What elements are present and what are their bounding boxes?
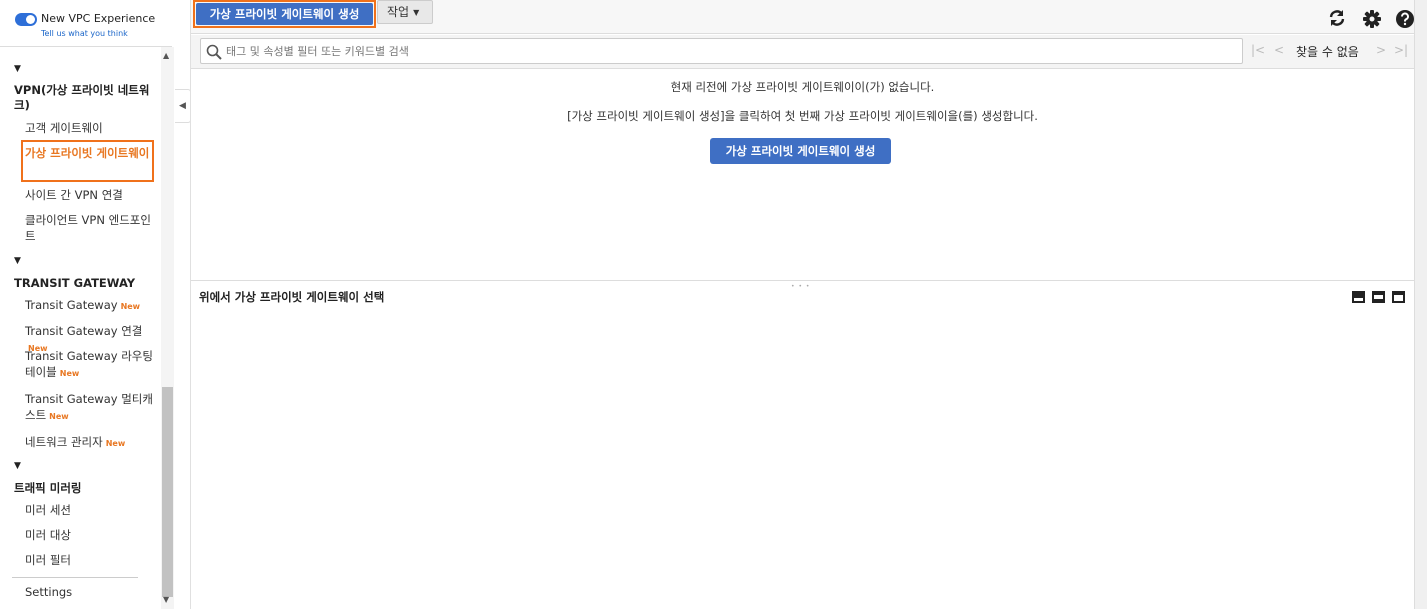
empty-state-hint: [가상 프라이빗 게이트웨이 생성]을 클릭하여 첫 번째 가상 프라이빗 게이… (567, 109, 1038, 123)
new-badge: New (59, 369, 80, 378)
nav-item-label: 네트워크 관리자 (25, 435, 103, 449)
nav-item-label: Transit Gateway 멀티캐스트 (25, 392, 153, 422)
sidebar: New VPC Experience Tell us what you thin… (0, 0, 175, 609)
sidebar-item-mirror-sessions[interactable]: 미러 세션 (25, 502, 160, 518)
sidebar-item-site-to-site-vpn[interactable]: 사이트 간 VPN 연결 (25, 187, 160, 203)
previous-page-icon[interactable]: < (1274, 43, 1284, 57)
pagination: |< < 찾을 수 없음 > >| (1251, 43, 1411, 61)
sidebar-item-transit-gateway-route-tables[interactable]: Transit Gateway 라우팅 테이블 New (25, 348, 153, 382)
search-icon (206, 44, 222, 60)
sidebar-item-mirror-targets[interactable]: 미러 대상 (25, 527, 160, 543)
sidebar-item-transit-gateway[interactable]: Transit Gateway New (25, 297, 160, 315)
main-content: 가상 프라이빗 게이트웨이 생성 작업 ▼ 태그 및 속성별 필터 또는 키워드… (191, 0, 1427, 609)
scroll-down-icon[interactable]: ▼ (163, 595, 169, 604)
search-box[interactable] (200, 38, 1243, 64)
first-page-icon[interactable]: |< (1251, 43, 1265, 57)
detail-pane-title: 위에서 가상 프라이빗 게이트웨이 선택 (199, 290, 385, 304)
sidebar-item-settings[interactable]: Settings (25, 584, 160, 600)
nav-item-label: Transit Gateway 연결 (25, 324, 143, 338)
toolbar: 가상 프라이빗 게이트웨이 생성 작업 ▼ (191, 0, 1414, 34)
gear-icon[interactable] (1362, 9, 1382, 29)
scroll-up-icon[interactable]: ▲ (163, 51, 169, 60)
caret-down-icon[interactable]: ▼ (14, 64, 21, 74)
new-badge: New (105, 439, 126, 448)
new-badge: New (49, 412, 69, 421)
sidebar-item-virtual-private-gateway[interactable]: 가상 프라이빗 게이트웨이 (25, 145, 150, 161)
main-scrollbar[interactable] (1414, 0, 1427, 609)
sidebar-item-mirror-filters[interactable]: 미러 필터 (25, 552, 160, 568)
chevron-down-icon: ▼ (413, 8, 420, 17)
section-title-transit-gateway: TRANSIT GATEWAY (14, 276, 136, 290)
chevron-left-icon: ◀ (179, 101, 186, 111)
sidebar-item-network-manager[interactable]: 네트워크 관리자 New (25, 434, 160, 452)
caret-down-icon[interactable]: ▼ (14, 256, 21, 266)
next-page-icon[interactable]: > (1376, 43, 1386, 57)
clipped-nav-item: ㅡ (25, 47, 37, 54)
sidebar-scrollbar[interactable]: ▲ ▼ (161, 47, 174, 609)
layout-bottom-pane-icon[interactable] (1352, 291, 1365, 303)
section-title-vpn: VPN(가상 프라이빗 네트워크) (14, 83, 150, 112)
sidebar-item-transit-gateway-multicast[interactable]: Transit Gateway 멀티캐스트 New (25, 391, 160, 425)
pagination-status: 찾을 수 없음 (1296, 45, 1359, 59)
scroll-thumb[interactable] (162, 387, 173, 597)
collapse-sidebar-button[interactable]: ◀ (175, 89, 191, 123)
search-input[interactable] (226, 40, 1226, 62)
refresh-icon[interactable] (1327, 8, 1347, 28)
sidebar-item-customer-gateway[interactable]: 고객 게이트웨이 (25, 120, 160, 136)
toggle-switch[interactable] (15, 13, 37, 26)
sidebar-nav: ㅡ ▼ VPN(가상 프라이빗 네트워크) 고객 게이트웨이 가상 프라이빗 게… (0, 47, 160, 609)
last-page-icon[interactable]: >| (1394, 43, 1408, 57)
empty-state-create-button[interactable]: 가상 프라이빗 게이트웨이 생성 (710, 138, 891, 164)
drag-handle-icon[interactable]: • • • (791, 283, 810, 290)
nav-item-label: Transit Gateway 라우팅 테이블 (25, 349, 153, 379)
layout-split-pane-icon[interactable] (1372, 291, 1385, 303)
new-badge: New (120, 302, 141, 311)
caret-down-icon[interactable]: ▼ (14, 461, 21, 471)
sidebar-item-client-vpn-endpoint[interactable]: 클라이언트 VPN 엔드포인트 (25, 212, 160, 244)
layout-top-pane-icon[interactable] (1392, 291, 1405, 303)
sidebar-divider (12, 577, 138, 578)
actions-dropdown-button[interactable]: 작업 ▼ (377, 0, 433, 24)
help-icon[interactable] (1395, 9, 1415, 29)
section-title-traffic-mirroring: 트래픽 미러링 (14, 481, 82, 495)
actions-label: 작업 (387, 5, 410, 19)
empty-state-message: 현재 리전에 가상 프라이빗 게이트웨이이(가) 없습니다. (670, 80, 935, 94)
create-virtual-private-gateway-button[interactable]: 가상 프라이빗 게이트웨이 생성 (196, 3, 373, 25)
filter-bar: |< < 찾을 수 없음 > >| (191, 35, 1414, 69)
new-experience-label: New VPC Experience (41, 12, 156, 25)
split-pane-divider[interactable] (191, 280, 1414, 281)
feedback-link[interactable]: Tell us what you think (41, 29, 128, 38)
nav-item-label: Transit Gateway (25, 298, 118, 312)
